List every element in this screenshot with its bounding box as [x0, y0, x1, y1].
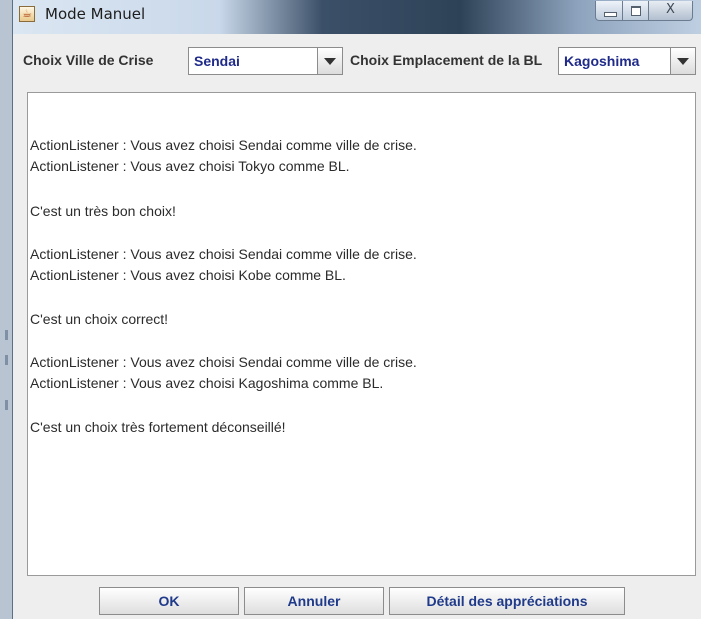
desktop-background — [0, 0, 12, 619]
emplacement-bl-combobox[interactable]: Kagoshima — [558, 47, 696, 75]
chevron-down-icon[interactable] — [670, 48, 695, 74]
emplacement-bl-value: Kagoshima — [564, 53, 640, 69]
window-title: Mode Manuel — [45, 5, 146, 23]
ville-crise-value: Sendai — [194, 53, 240, 69]
mode-manuel-window: ☕ Mode Manuel X Choix Ville de Crise Sen… — [12, 0, 701, 619]
desktop-mark — [5, 355, 8, 365]
ville-crise-combobox[interactable]: Sendai — [188, 47, 343, 75]
log-line: C'est un très bon choix! — [30, 203, 176, 219]
log-line: ActionListener : Vous avez choisi Tokyo … — [30, 158, 350, 174]
close-button[interactable]: X — [649, 1, 693, 21]
log-line: C'est un choix très fortement déconseill… — [30, 419, 286, 435]
close-icon: X — [666, 2, 675, 17]
log-line: ActionListener : Vous avez choisi Sendai… — [30, 137, 417, 153]
log-line: ActionListener : Vous avez choisi Sendai… — [30, 354, 417, 370]
window-controls: X — [595, 1, 693, 21]
annuler-button[interactable]: Annuler — [244, 587, 384, 615]
desktop-mark — [5, 330, 8, 340]
maximize-button[interactable] — [623, 1, 649, 21]
log-text-area[interactable]: ActionListener : Vous avez choisi Sendai… — [27, 92, 696, 576]
java-cup-icon: ☕ — [19, 6, 35, 22]
ok-button[interactable]: OK — [99, 587, 239, 615]
minimize-button[interactable] — [595, 1, 623, 21]
emplacement-bl-label: Choix Emplacement de la BL — [350, 52, 543, 68]
detail-appreciations-button[interactable]: Détail des appréciations — [389, 587, 625, 615]
selection-bar: Choix Ville de Crise Sendai Choix Emplac… — [21, 40, 698, 78]
title-bar[interactable]: ☕ Mode Manuel X — [13, 0, 701, 34]
chevron-down-icon[interactable] — [317, 48, 342, 74]
log-line: C'est un choix correct! — [30, 311, 169, 327]
log-line: ActionListener : Vous avez choisi Kagosh… — [30, 375, 384, 391]
log-line: ActionListener : Vous avez choisi Sendai… — [30, 246, 417, 262]
ville-crise-label: Choix Ville de Crise — [23, 52, 154, 68]
log-line: ActionListener : Vous avez choisi Kobe c… — [30, 267, 346, 283]
desktop-mark — [5, 400, 8, 410]
